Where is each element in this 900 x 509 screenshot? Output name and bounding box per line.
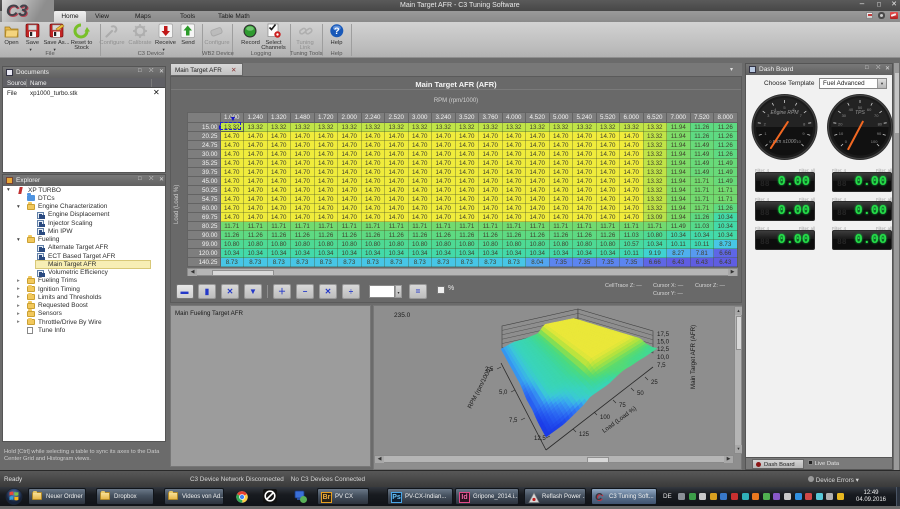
svg-text:Engine RPM: Engine RPM (770, 110, 799, 116)
svg-text:10: 10 (796, 139, 801, 144)
svg-text:125: 125 (579, 432, 590, 438)
svg-text:30: 30 (842, 113, 847, 118)
svg-text:TPS: TPS (855, 110, 865, 116)
svg-text:RPM (rpm/1000): RPM (rpm/1000) (467, 366, 494, 410)
svg-text:50: 50 (637, 391, 644, 397)
svg-text:75: 75 (619, 403, 626, 409)
svg-text:60: 60 (867, 107, 872, 112)
svg-text:100: 100 (871, 139, 878, 144)
svg-text:10,0: 10,0 (657, 354, 670, 361)
svg-text:15,0: 15,0 (657, 339, 670, 346)
svg-text:20: 20 (838, 122, 843, 127)
svg-text:7,5: 7,5 (509, 418, 518, 424)
svg-text:12,5: 12,5 (657, 346, 670, 353)
svg-text:70: 70 (874, 113, 879, 118)
svg-text:12,5: 12,5 (534, 436, 546, 442)
svg-text:25: 25 (651, 380, 658, 386)
svg-text:100: 100 (600, 415, 611, 421)
svg-text:?: ? (334, 26, 340, 37)
svg-text:10: 10 (839, 131, 844, 136)
svg-text:90: 90 (877, 131, 882, 136)
svg-text:17,5: 17,5 (657, 331, 670, 338)
svg-text:7,5: 7,5 (657, 362, 666, 369)
svg-text:80: 80 (878, 122, 883, 127)
svg-text:Main Target AFR (AFR): Main Target AFR (AFR) (690, 325, 697, 389)
svg-text:40: 40 (849, 107, 854, 112)
svg-text:5,0: 5,0 (499, 390, 508, 396)
